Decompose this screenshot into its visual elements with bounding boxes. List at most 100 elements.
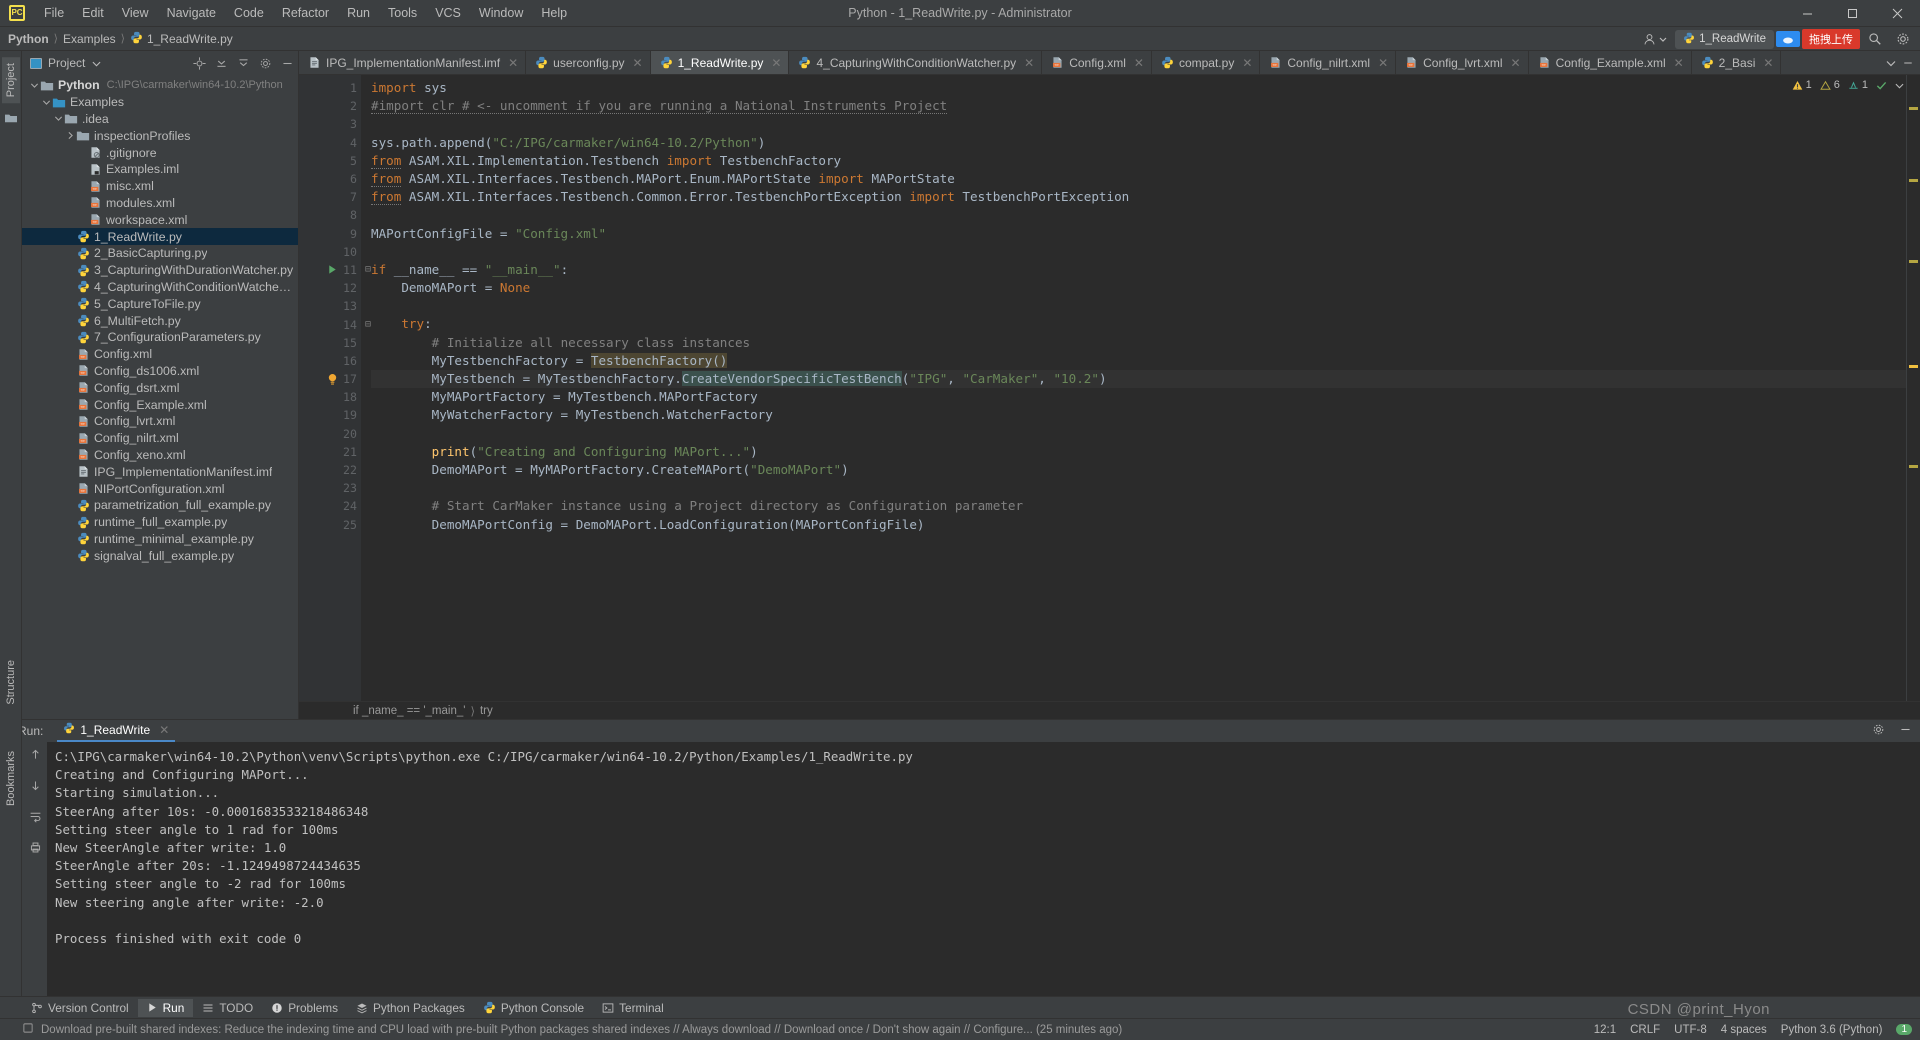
editor-tab[interactable]: 1_ReadWrite.py✕ bbox=[651, 51, 790, 74]
run-hide-icon[interactable] bbox=[1899, 723, 1912, 739]
code-line[interactable]: DemoMAPort = MyMAPortFactory.CreateMAPor… bbox=[371, 461, 1906, 479]
tree-item[interactable]: <>workspace.xml bbox=[22, 211, 298, 228]
tool-window-terminal[interactable]: Terminal bbox=[593, 999, 673, 1017]
editor-tab-bar[interactable]: IPG_ImplementationManifest.imf✕userconfi… bbox=[299, 51, 1920, 75]
drag-upload-badge[interactable]: 拖拽上传 bbox=[1802, 29, 1860, 49]
close-tab-icon[interactable]: ✕ bbox=[1024, 56, 1034, 70]
code-line[interactable]: MyTestbenchFactory = TestbenchFactory() bbox=[371, 352, 1906, 370]
menu-run[interactable]: Run bbox=[338, 3, 379, 23]
chevron-down-icon[interactable] bbox=[1895, 81, 1904, 90]
code-line[interactable]: DemoMAPortConfig = DemoMAPort.LoadConfig… bbox=[371, 516, 1906, 534]
python-interpreter[interactable]: Python 3.6 (Python) bbox=[1781, 1024, 1883, 1036]
editor-scroll-rail[interactable] bbox=[1906, 75, 1920, 701]
menu-edit[interactable]: Edit bbox=[73, 3, 113, 23]
tree-item[interactable]: <>Config.xml bbox=[22, 346, 298, 363]
line-number[interactable]: 13 bbox=[299, 297, 361, 315]
tree-item[interactable]: Examples.iml bbox=[22, 161, 298, 178]
tool-window-python-packages[interactable]: Python Packages bbox=[347, 999, 474, 1017]
code-line[interactable]: MyMAPortFactory = MyTestbench.MAPortFact… bbox=[371, 388, 1906, 406]
scroll-down-icon[interactable] bbox=[29, 779, 42, 797]
code-line[interactable]: from ASAM.XIL.Interfaces.Testbench.Commo… bbox=[371, 188, 1906, 206]
chevron-down-icon[interactable] bbox=[52, 113, 64, 125]
editor-tab[interactable]: 4_CapturingWithConditionWatcher.py✕ bbox=[789, 51, 1042, 74]
editor-tab[interactable]: compat.py✕ bbox=[1152, 51, 1260, 74]
event-log-button[interactable]: 1 bbox=[1896, 1024, 1912, 1035]
line-number[interactable]: 10 bbox=[299, 243, 361, 261]
line-number[interactable]: 12 bbox=[299, 279, 361, 297]
tool-tab-bookmarks[interactable]: Bookmarks bbox=[2, 745, 20, 812]
tool-window-version-control[interactable]: Version Control bbox=[22, 999, 138, 1017]
code-editor[interactable]: 1234567891011⊟121314⊟1516171819202122232… bbox=[299, 75, 1920, 701]
folder-strip-icon[interactable] bbox=[4, 111, 18, 123]
indent-setting[interactable]: 4 spaces bbox=[1721, 1024, 1767, 1036]
tree-item[interactable]: 4_CapturingWithConditionWatcher.py bbox=[22, 279, 298, 296]
run-configuration-selector[interactable]: 1_ReadWrite bbox=[1675, 30, 1774, 49]
tool-window-todo[interactable]: TODO bbox=[193, 999, 262, 1017]
inspection-widget[interactable]: 1 6 1 bbox=[1792, 79, 1904, 91]
tool-tab-structure[interactable]: Structure bbox=[2, 654, 20, 711]
typo-count[interactable]: 1 bbox=[1848, 79, 1868, 91]
line-number[interactable]: 21 bbox=[299, 443, 361, 461]
tool-window-run[interactable]: Run bbox=[138, 999, 194, 1017]
line-number[interactable]: 1 bbox=[299, 79, 361, 97]
tree-item[interactable]: .gitignore bbox=[22, 144, 298, 161]
run-line-icon[interactable] bbox=[325, 264, 339, 275]
breadcrumb-project[interactable]: Python bbox=[8, 32, 49, 46]
menu-window[interactable]: Window bbox=[470, 3, 532, 23]
line-number[interactable]: 24 bbox=[299, 497, 361, 515]
tree-item[interactable]: parametrization_full_example.py bbox=[22, 497, 298, 514]
code-line[interactable] bbox=[371, 206, 1906, 224]
upload-indicator[interactable] bbox=[1776, 31, 1800, 47]
tree-item[interactable]: runtime_full_example.py bbox=[22, 514, 298, 531]
close-tab-icon[interactable]: ✕ bbox=[1134, 56, 1144, 70]
code-line[interactable] bbox=[371, 243, 1906, 261]
scroll-up-icon[interactable] bbox=[29, 748, 42, 766]
menu-view[interactable]: View bbox=[113, 3, 158, 23]
code-line[interactable]: MyWatcherFactory = MyTestbench.WatcherFa… bbox=[371, 406, 1906, 424]
tree-item[interactable]: <>modules.xml bbox=[22, 195, 298, 212]
code-line[interactable]: MyTestbench = MyTestbenchFactory.CreateV… bbox=[371, 370, 1906, 388]
code-line[interactable]: try: bbox=[371, 315, 1906, 333]
editor-tab[interactable]: IPG_ImplementationManifest.imf✕ bbox=[299, 51, 526, 74]
intention-bulb-icon[interactable] bbox=[325, 373, 339, 386]
line-number[interactable]: 11⊟ bbox=[299, 261, 361, 279]
locate-file-icon[interactable] bbox=[193, 57, 206, 70]
line-number[interactable]: 22 bbox=[299, 461, 361, 479]
code-line[interactable] bbox=[371, 297, 1906, 315]
code-line[interactable]: from ASAM.XIL.Interfaces.Testbench.MAPor… bbox=[371, 170, 1906, 188]
code-line[interactable] bbox=[371, 479, 1906, 497]
line-separator[interactable]: CRLF bbox=[1630, 1024, 1660, 1036]
line-number[interactable]: 6 bbox=[299, 170, 361, 188]
breadcrumb-scope-if[interactable]: if _name_ == '_main_' bbox=[353, 705, 465, 717]
status-message[interactable]: Download pre-built shared indexes: Reduc… bbox=[41, 1024, 1122, 1036]
code-line[interactable] bbox=[371, 425, 1906, 443]
line-number[interactable]: 9 bbox=[299, 225, 361, 243]
close-tab-icon[interactable]: ✕ bbox=[1511, 56, 1521, 70]
editor-tab[interactable]: <>Config_nilrt.xml✕ bbox=[1260, 51, 1396, 74]
breadcrumb-examples[interactable]: Examples bbox=[63, 32, 116, 46]
tree-item[interactable]: PythonC:\IPG\carmaker\win64-10.2\Python bbox=[22, 77, 298, 94]
inspection-ok-icon[interactable] bbox=[1876, 80, 1887, 91]
print-icon[interactable] bbox=[29, 841, 42, 859]
line-number[interactable]: 19 bbox=[299, 406, 361, 424]
code-line[interactable]: #import clr # <- uncomment if you are ru… bbox=[371, 97, 1906, 115]
editor-tab[interactable]: <>Config.xml✕ bbox=[1042, 51, 1152, 74]
code-line[interactable]: sys.path.append("C:/IPG/carmaker/win64-1… bbox=[371, 134, 1906, 152]
collapse-all-icon[interactable] bbox=[215, 57, 228, 70]
line-number[interactable]: 7 bbox=[299, 188, 361, 206]
file-encoding[interactable]: UTF-8 bbox=[1674, 1024, 1707, 1036]
breadcrumb-file[interactable]: 1_ReadWrite.py bbox=[130, 31, 233, 47]
maximize-button[interactable] bbox=[1830, 0, 1875, 27]
menu-navigate[interactable]: Navigate bbox=[158, 3, 225, 23]
editor-tab[interactable]: <>Config_lvrt.xml✕ bbox=[1396, 51, 1528, 74]
line-number[interactable]: 14⊟ bbox=[299, 315, 361, 333]
tree-item[interactable]: <>Config_dsrt.xml bbox=[22, 379, 298, 396]
breadcrumb-scope-try[interactable]: try bbox=[480, 705, 493, 717]
code-line[interactable]: import sys bbox=[371, 79, 1906, 97]
tree-item[interactable]: <>Config_Example.xml bbox=[22, 396, 298, 413]
close-tab-icon[interactable]: ✕ bbox=[771, 56, 781, 70]
tree-item[interactable]: .idea bbox=[22, 111, 298, 128]
menu-file[interactable]: File bbox=[35, 3, 73, 23]
soft-wrap-icon[interactable] bbox=[29, 810, 42, 828]
line-number[interactable]: 3 bbox=[299, 115, 361, 133]
